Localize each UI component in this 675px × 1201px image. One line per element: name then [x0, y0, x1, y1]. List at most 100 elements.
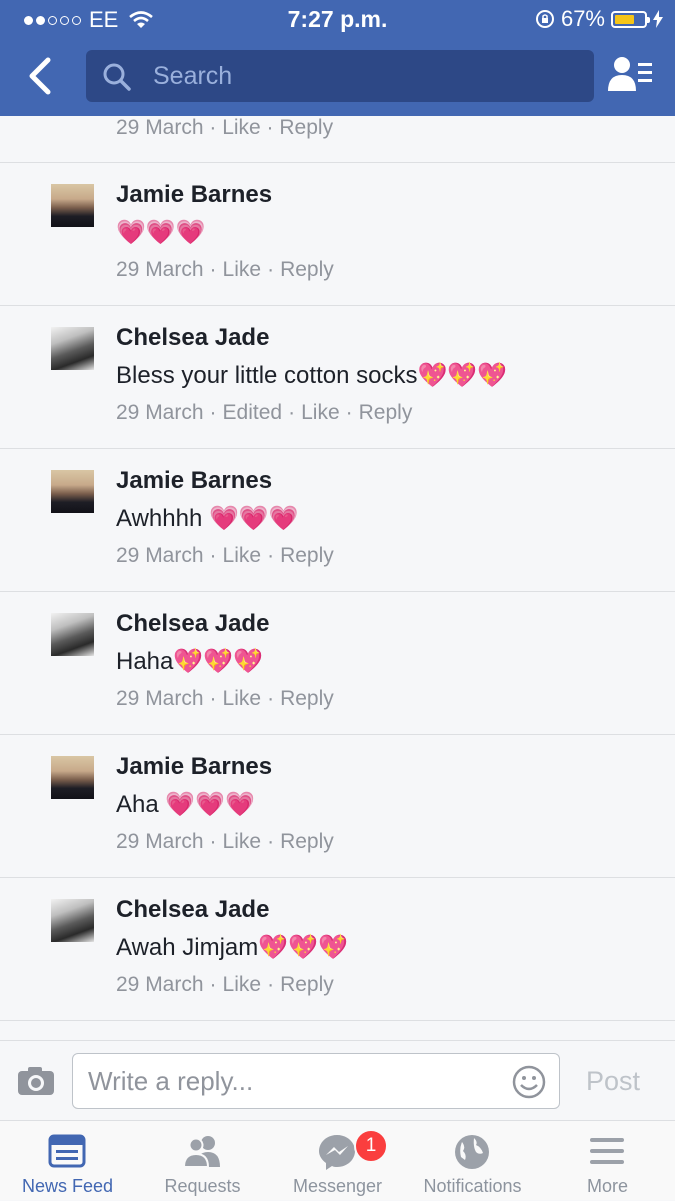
avatar[interactable] — [51, 613, 94, 656]
reply-link[interactable]: Reply — [280, 973, 334, 996]
messenger-badge: 1 — [354, 1129, 388, 1163]
rotation-lock-icon — [535, 10, 554, 28]
avatar[interactable] — [51, 899, 94, 942]
menu-icon — [590, 1138, 624, 1164]
like-link[interactable]: Like — [223, 973, 262, 996]
comment-text: 💗💗💗 — [116, 219, 206, 246]
comment-row: Jamie Barnes Awhhhh 💗💗💗 29 March · Like · Repl… — [0, 449, 675, 592]
comment-meta: 29 March · Like · Reply — [116, 116, 334, 139]
comment-text: Haha💖💖💖 — [116, 648, 264, 675]
comment-text: Awah Jimjam💖💖💖 — [116, 934, 348, 961]
tab-label: More — [586, 1176, 628, 1196]
search-icon — [103, 63, 131, 91]
tab-more[interactable]: More — [540, 1121, 675, 1201]
comment-author[interactable]: Chelsea Jade — [116, 324, 269, 352]
reply-link[interactable]: Reply — [280, 258, 334, 281]
back-button[interactable] — [24, 54, 64, 98]
reply-input[interactable]: Write a reply... — [72, 1053, 560, 1109]
app-header: EE 7:27 p.m. 67% Search — [0, 0, 675, 116]
tab-label: Notifications — [423, 1176, 522, 1196]
comment-date: 29 March — [116, 544, 204, 567]
comment-author[interactable]: Jamie Barnes — [116, 181, 272, 209]
meta-separator: · — [267, 973, 275, 996]
comment-author[interactable]: Jamie Barnes — [116, 753, 272, 781]
meta-separator: · — [209, 687, 217, 710]
comment-meta: 29 March · Edited · Like · Reply — [116, 401, 412, 425]
emoji-button[interactable] — [511, 1064, 547, 1100]
camera-button[interactable] — [16, 1065, 56, 1097]
comment-date: 29 March — [116, 687, 204, 710]
comment-meta: 29 March · Like · Reply — [116, 830, 334, 854]
meta-separator: · — [267, 830, 275, 853]
search-input[interactable]: Search — [86, 50, 594, 102]
search-placeholder: Search — [153, 62, 233, 90]
tab-label: Requests — [164, 1176, 241, 1196]
meta-separator: · — [209, 973, 217, 996]
avatar[interactable] — [51, 184, 94, 227]
meta-separator: · — [209, 258, 217, 281]
comment-date: 29 March — [116, 973, 204, 996]
reply-composer: Write a reply... Post — [0, 1040, 675, 1120]
comment-row: Jamie Barnes 💗💗💗 29 March · Like · Reply — [0, 163, 675, 306]
meta-separator: · — [267, 687, 275, 710]
meta-separator: · — [288, 401, 296, 424]
reply-link[interactable]: Reply — [280, 830, 334, 853]
avatar[interactable] — [51, 327, 94, 370]
comment-meta: 29 March · Like · Reply — [116, 687, 334, 711]
comment-meta: 29 March · Like · Reply — [116, 544, 334, 568]
tab-requests[interactable]: Requests — [135, 1121, 270, 1201]
status-right: 67% — [535, 6, 663, 32]
comment-text: Bless your little cotton socks💖💖💖 — [116, 362, 508, 389]
like-link[interactable]: Like — [301, 401, 340, 424]
reply-placeholder: Write a reply... — [88, 1066, 254, 1096]
comment-meta: 29 March · Like · Reply — [116, 973, 334, 997]
meta-separator: · — [267, 544, 275, 567]
comment-row: Jamie Barnes Aha 💗💗💗 29 March · Like · Reply — [0, 735, 675, 878]
tab-messenger[interactable]: Messenger — [270, 1121, 405, 1201]
comment-date: 29 March — [116, 401, 204, 424]
comment-text: Awhhhh 💗💗💗 — [116, 505, 299, 532]
status-bar: EE 7:27 p.m. 67% — [0, 0, 675, 38]
reply-link[interactable]: Reply — [280, 687, 334, 710]
like-link[interactable]: Like — [223, 258, 262, 281]
comment-row: Chelsea Jade Awah Jimjam💖💖💖 29 March · Like ·… — [0, 878, 675, 1021]
comment-row-partial: 29 March · Like · Reply — [0, 116, 675, 163]
avatar[interactable] — [51, 756, 94, 799]
meta-separator: · — [209, 830, 217, 853]
battery-icon — [611, 10, 650, 28]
like-link[interactable]: Like — [223, 687, 262, 710]
comment-author[interactable]: Chelsea Jade — [116, 610, 269, 638]
meta-separator: · — [267, 258, 275, 281]
globe-icon — [455, 1135, 489, 1169]
comment-edited: Edited — [222, 401, 283, 424]
meta-separator: · — [209, 544, 217, 567]
comment-author[interactable]: Jamie Barnes — [116, 467, 272, 495]
comment-thread: 29 March · Like · Reply Jamie Barnes 💗💗💗 2… — [0, 116, 675, 1038]
avatar[interactable] — [51, 470, 94, 513]
news-feed-icon — [48, 1134, 86, 1168]
tab-notifications[interactable]: Notifications — [405, 1121, 540, 1201]
comment-row: Chelsea Jade Haha💖💖💖 29 March · Like · Reply — [0, 592, 675, 735]
comment-author[interactable]: Chelsea Jade — [116, 896, 269, 924]
tab-label: News Feed — [21, 1176, 114, 1196]
comment-meta: 29 March · Like · Reply — [116, 258, 334, 282]
messenger-icon — [319, 1135, 355, 1170]
comment-date: 29 March — [116, 830, 204, 853]
charging-icon — [653, 10, 663, 28]
friends-list-button[interactable] — [606, 55, 656, 95]
like-link[interactable]: Like — [223, 830, 262, 853]
reply-link[interactable]: Reply — [280, 544, 334, 567]
comment-row: Chelsea Jade Bless your little cotton soc… — [0, 306, 675, 449]
battery-percent: 67% — [560, 6, 605, 31]
like-link[interactable]: Like — [223, 544, 262, 567]
bottom-tab-bar: News Feed Requests Messenger 1 Notificat… — [0, 1120, 675, 1200]
comment-text: Aha 💗💗💗 — [116, 791, 256, 818]
meta-separator: · — [209, 401, 217, 424]
post-button[interactable]: Post — [586, 1066, 640, 1097]
comment-date: 29 March — [116, 258, 204, 281]
tab-news-feed[interactable]: News Feed — [0, 1121, 135, 1201]
reply-link[interactable]: Reply — [359, 401, 413, 424]
friends-icon — [182, 1136, 220, 1168]
tab-label: Messenger — [292, 1176, 383, 1196]
meta-separator: · — [345, 401, 353, 424]
